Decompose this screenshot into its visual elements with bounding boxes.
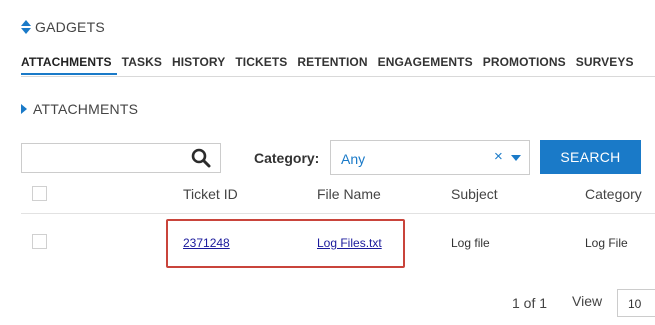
- tab-engagements[interactable]: ENGAGEMENTS: [373, 55, 478, 75]
- tab-tickets[interactable]: TICKETS: [230, 55, 292, 75]
- gadgets-header[interactable]: GADGETS: [21, 19, 105, 35]
- category-selected-value: Any: [341, 151, 366, 167]
- highlight-annotation-box: [166, 219, 405, 268]
- page-size-select[interactable]: 10: [617, 289, 655, 317]
- tabs-divider: [21, 76, 655, 77]
- category-select[interactable]: Any ×: [330, 140, 530, 175]
- search-icon[interactable]: [191, 148, 211, 168]
- gadgets-title: GADGETS: [35, 19, 105, 35]
- clear-icon[interactable]: ×: [494, 148, 503, 165]
- tab-bar: ATTACHMENTS TASKS HISTORY TICKETS RETENT…: [21, 55, 639, 75]
- tab-retention[interactable]: RETENTION: [292, 55, 372, 75]
- search-input[interactable]: [22, 144, 182, 172]
- pager-summary: 1 of 1: [512, 295, 548, 311]
- select-all-checkbox[interactable]: [32, 186, 47, 201]
- chevron-down-icon[interactable]: [511, 155, 521, 161]
- category-cell: Log File: [585, 236, 628, 250]
- column-header-subject[interactable]: Subject: [451, 186, 498, 202]
- column-header-category[interactable]: Category: [585, 186, 642, 202]
- view-label: View: [572, 293, 603, 309]
- tab-surveys[interactable]: SURVEYS: [571, 55, 639, 75]
- category-label: Category:: [254, 150, 320, 166]
- search-box: [21, 143, 221, 173]
- caret-right-icon: [21, 104, 27, 114]
- attachments-section-header[interactable]: ATTACHMENTS: [21, 101, 138, 117]
- subject-cell: Log file: [451, 236, 490, 250]
- search-button[interactable]: SEARCH: [540, 140, 641, 174]
- column-header-ticket-id[interactable]: Ticket ID: [183, 186, 238, 202]
- tab-tasks[interactable]: TASKS: [117, 55, 167, 75]
- tab-promotions[interactable]: PROMOTIONS: [478, 55, 571, 75]
- row-checkbox[interactable]: [32, 234, 47, 249]
- section-title: ATTACHMENTS: [33, 101, 139, 117]
- tab-history[interactable]: HISTORY: [167, 55, 230, 75]
- column-header-file-name[interactable]: File Name: [317, 186, 381, 202]
- table-header: Ticket ID File Name Subject Category: [21, 176, 655, 214]
- tab-attachments[interactable]: ATTACHMENTS: [21, 55, 117, 75]
- sort-arrows-icon: [21, 20, 31, 34]
